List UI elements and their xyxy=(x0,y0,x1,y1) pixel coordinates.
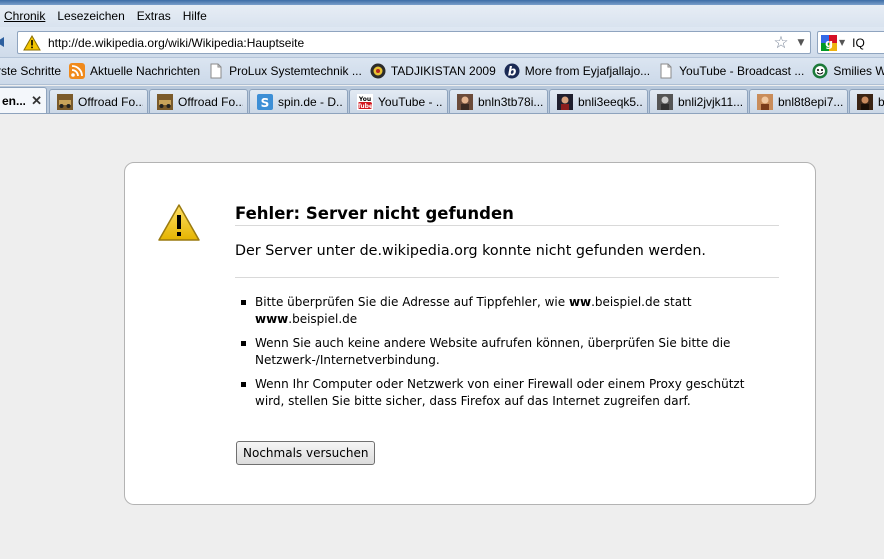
tab-offroad-2[interactable]: Offroad Fo... xyxy=(149,89,248,113)
error-suggestions-list: Bitte überprüfen Sie die Adresse auf Tip… xyxy=(241,294,761,417)
bookmark-item[interactable]: TADJIKISTAN 2009 xyxy=(370,63,496,79)
bookmark-star-icon[interactable]: ☆ xyxy=(770,33,792,53)
url-input[interactable]: http://de.wikipedia.org/wiki/Wikipedia:H… xyxy=(48,36,770,50)
tab-active[interactable]: en... ✕ xyxy=(0,87,47,113)
svg-text:S: S xyxy=(261,96,270,110)
menu-hilfe[interactable]: Hilfe xyxy=(177,9,213,23)
tab-image-5[interactable]: b xyxy=(849,89,884,113)
tab-image-3[interactable]: bnli2jvjk11... xyxy=(649,89,748,113)
tab-image-1[interactable]: bnln3tb78i... xyxy=(449,89,548,113)
bookmark-item[interactable]: b More from Eyjafjallajo... xyxy=(504,63,650,79)
error-short-description: Der Server unter de.wikipedia.org konnte… xyxy=(235,243,706,259)
menu-bar: Chronik Lesezeichen Extras Hilfe xyxy=(0,5,884,27)
tab-bar: en... ✕ Offroad Fo... Offroad Fo... S sp… xyxy=(0,86,884,114)
page-icon xyxy=(660,63,672,79)
bookmark-item[interactable]: ProLux Systemtechnik ... xyxy=(208,63,362,79)
tab-youtube[interactable]: You Tube YouTube - ... xyxy=(349,89,448,113)
page-content: Fehler: Server nicht gefunden Der Server… xyxy=(0,115,884,559)
navigation-toolbar: http://de.wikipedia.org/wiki/Wikipedia:H… xyxy=(0,27,884,58)
menu-chronik[interactable]: Chronik xyxy=(0,9,51,23)
divider xyxy=(235,225,779,226)
menu-extras[interactable]: Extras xyxy=(131,9,177,23)
list-item: Bitte überprüfen Sie die Adresse auf Tip… xyxy=(241,294,761,328)
offroad-icon xyxy=(57,94,73,110)
smiley-icon xyxy=(812,63,828,79)
bookmark-item[interactable]: Smilies Worl xyxy=(812,63,884,79)
bookmark-item[interactable]: rste Schritte xyxy=(0,64,61,78)
svg-text:Tube: Tube xyxy=(357,103,373,110)
site-warning-icon[interactable] xyxy=(22,33,42,53)
tab-image-2[interactable]: bnli3eeqk5... xyxy=(549,89,648,113)
thumb-icon xyxy=(857,94,873,110)
menu-lesezeichen[interactable]: Lesezeichen xyxy=(51,9,130,23)
tab-offroad-1[interactable]: Offroad Fo... xyxy=(49,89,148,113)
retry-button[interactable]: Nochmals versuchen xyxy=(236,441,376,465)
bookmarks-toolbar: rste Schritte Aktuelle Nachrichten ProLu… xyxy=(0,58,884,85)
thumb-icon xyxy=(457,94,473,110)
back-arrow-icon[interactable] xyxy=(0,33,6,51)
error-page-container: Fehler: Server nicht gefunden Der Server… xyxy=(124,162,816,505)
search-bar[interactable]: g ▼ IQ xyxy=(817,31,884,54)
google-search-icon[interactable]: g xyxy=(821,34,837,51)
search-engine-dropdown-icon[interactable]: ▼ xyxy=(839,38,845,47)
divider xyxy=(235,277,779,278)
thumb-icon xyxy=(557,94,573,110)
youtube-icon: YouTube xyxy=(357,94,373,110)
close-tab-icon[interactable]: ✕ xyxy=(31,93,42,109)
page-icon xyxy=(210,63,222,79)
b-icon: b xyxy=(504,63,520,79)
svg-text:You: You xyxy=(358,96,371,103)
emblem-icon xyxy=(370,63,386,79)
url-dropdown-icon[interactable]: ▼ xyxy=(792,38,810,48)
rss-icon xyxy=(69,63,86,79)
list-item: Wenn Ihr Computer oder Netzwerk von eine… xyxy=(241,376,761,410)
svg-text:b: b xyxy=(507,65,516,79)
list-item: Wenn Sie auch keine andere Website aufru… xyxy=(241,335,761,369)
offroad-icon xyxy=(157,94,173,110)
svg-text:g: g xyxy=(825,37,833,50)
thumb-icon xyxy=(657,94,673,110)
bookmark-item[interactable]: YouTube - Broadcast ... xyxy=(658,63,804,79)
search-input[interactable]: IQ xyxy=(852,36,865,50)
bookmark-item[interactable]: Aktuelle Nachrichten xyxy=(69,63,200,79)
spin-icon: S xyxy=(257,94,273,110)
url-bar[interactable]: http://de.wikipedia.org/wiki/Wikipedia:H… xyxy=(17,31,811,54)
error-title: Fehler: Server nicht gefunden xyxy=(235,204,514,223)
tab-image-4[interactable]: bnl8t8epi7... xyxy=(749,89,848,113)
tab-spin[interactable]: S spin.de - D... xyxy=(249,89,348,113)
warning-icon xyxy=(158,204,200,241)
thumb-icon xyxy=(757,94,773,110)
